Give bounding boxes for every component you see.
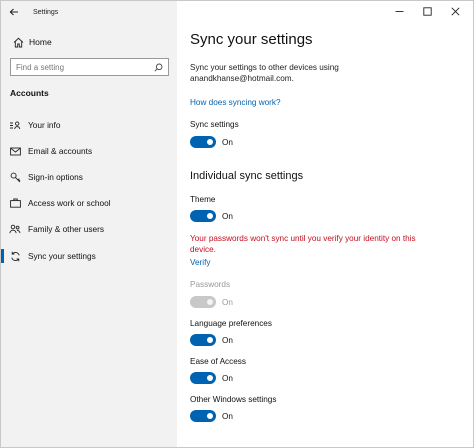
mail-icon bbox=[9, 145, 21, 157]
title-bar: Settings bbox=[1, 1, 177, 23]
sidebar-item-sync-settings[interactable]: Sync your settings bbox=[1, 245, 177, 267]
theme-toggle[interactable] bbox=[190, 210, 216, 222]
sidebar-item-sign-in-options[interactable]: Sign-in options bbox=[1, 166, 177, 188]
language-toggle-row[interactable]: On bbox=[190, 334, 233, 346]
search-input[interactable] bbox=[16, 62, 146, 72]
sidebar-item-your-info[interactable]: Your info bbox=[1, 114, 177, 136]
verify-warning-text: Your passwords won't sync until you veri… bbox=[190, 234, 416, 254]
verify-link[interactable]: Verify bbox=[190, 258, 210, 267]
sidebar-item-label: Sync your settings bbox=[28, 251, 96, 261]
description-line: Sync your settings to other devices usin… bbox=[190, 63, 339, 72]
account-email: anandkhanse@hotmail.com. bbox=[190, 73, 294, 83]
main-content: Sync your settings Sync your settings to… bbox=[177, 1, 473, 447]
language-preferences-toggle[interactable] bbox=[190, 334, 216, 346]
sidebar-item-label: Family & other users bbox=[28, 224, 105, 234]
home-label: Home bbox=[29, 37, 52, 47]
minimize-icon bbox=[395, 10, 403, 12]
language-preferences-label: Language preferences bbox=[190, 319, 272, 328]
sidebar-item-label: Email & accounts bbox=[28, 146, 93, 156]
sync-icon bbox=[9, 250, 21, 262]
sync-settings-toggle[interactable] bbox=[190, 136, 216, 148]
search-box[interactable] bbox=[10, 58, 169, 76]
window-controls bbox=[385, 1, 469, 21]
ease-of-access-toggle[interactable] bbox=[190, 372, 216, 384]
sync-settings-label: Sync settings bbox=[190, 120, 239, 129]
maximize-icon bbox=[422, 6, 432, 16]
sync-settings-toggle-row[interactable]: On bbox=[190, 136, 233, 148]
other-toggle-row[interactable]: On bbox=[190, 410, 233, 422]
passwords-label: Passwords bbox=[190, 280, 231, 289]
page-title: Sync your settings bbox=[190, 31, 313, 48]
theme-label: Theme bbox=[190, 195, 216, 204]
sidebar: Settings Home Accounts bbox=[1, 1, 177, 447]
person-card-icon bbox=[9, 119, 21, 131]
window-title: Settings bbox=[33, 8, 59, 16]
sidebar-item-label: Sign-in options bbox=[28, 172, 83, 182]
individual-sync-heading: Individual sync settings bbox=[190, 170, 304, 182]
how-syncing-works-link[interactable]: How does syncing work? bbox=[190, 98, 281, 107]
ease-toggle-row[interactable]: On bbox=[190, 372, 233, 384]
toggle-state: On bbox=[222, 373, 233, 383]
home-icon bbox=[7, 37, 29, 48]
close-icon bbox=[450, 6, 460, 16]
search-icon[interactable] bbox=[154, 63, 163, 72]
back-arrow-icon bbox=[9, 8, 18, 16]
back-button[interactable] bbox=[1, 1, 27, 23]
toggle-state: On bbox=[222, 411, 233, 421]
sidebar-item-label: Access work or school bbox=[28, 198, 111, 208]
sidebar-item-label: Your info bbox=[28, 120, 61, 130]
toggle-state: On bbox=[222, 137, 233, 147]
sidebar-item-email-accounts[interactable]: Email & accounts bbox=[1, 140, 177, 162]
toggle-state: On bbox=[222, 335, 233, 345]
sidebar-item-access-work-school[interactable]: Access work or school bbox=[1, 192, 177, 214]
settings-window: Settings Home Accounts bbox=[0, 0, 474, 448]
home-nav[interactable]: Home bbox=[1, 31, 177, 53]
theme-toggle-row[interactable]: On bbox=[190, 210, 233, 222]
maximize-button[interactable] bbox=[413, 1, 441, 21]
passwords-toggle bbox=[190, 296, 216, 308]
toggle-state: On bbox=[222, 211, 233, 221]
people-icon bbox=[9, 223, 21, 235]
ease-of-access-label: Ease of Access bbox=[190, 357, 246, 366]
section-header-accounts: Accounts bbox=[10, 88, 49, 98]
close-button[interactable] bbox=[441, 1, 469, 21]
sidebar-item-family-other-users[interactable]: Family & other users bbox=[1, 218, 177, 240]
key-icon bbox=[9, 171, 21, 183]
minimize-button[interactable] bbox=[385, 1, 413, 21]
passwords-toggle-row: On bbox=[190, 296, 233, 308]
toggle-state: On bbox=[222, 297, 233, 307]
briefcase-icon bbox=[9, 197, 21, 209]
other-windows-settings-toggle[interactable] bbox=[190, 410, 216, 422]
sync-description: Sync your settings to other devices usin… bbox=[190, 63, 450, 84]
other-windows-settings-label: Other Windows settings bbox=[190, 395, 277, 404]
